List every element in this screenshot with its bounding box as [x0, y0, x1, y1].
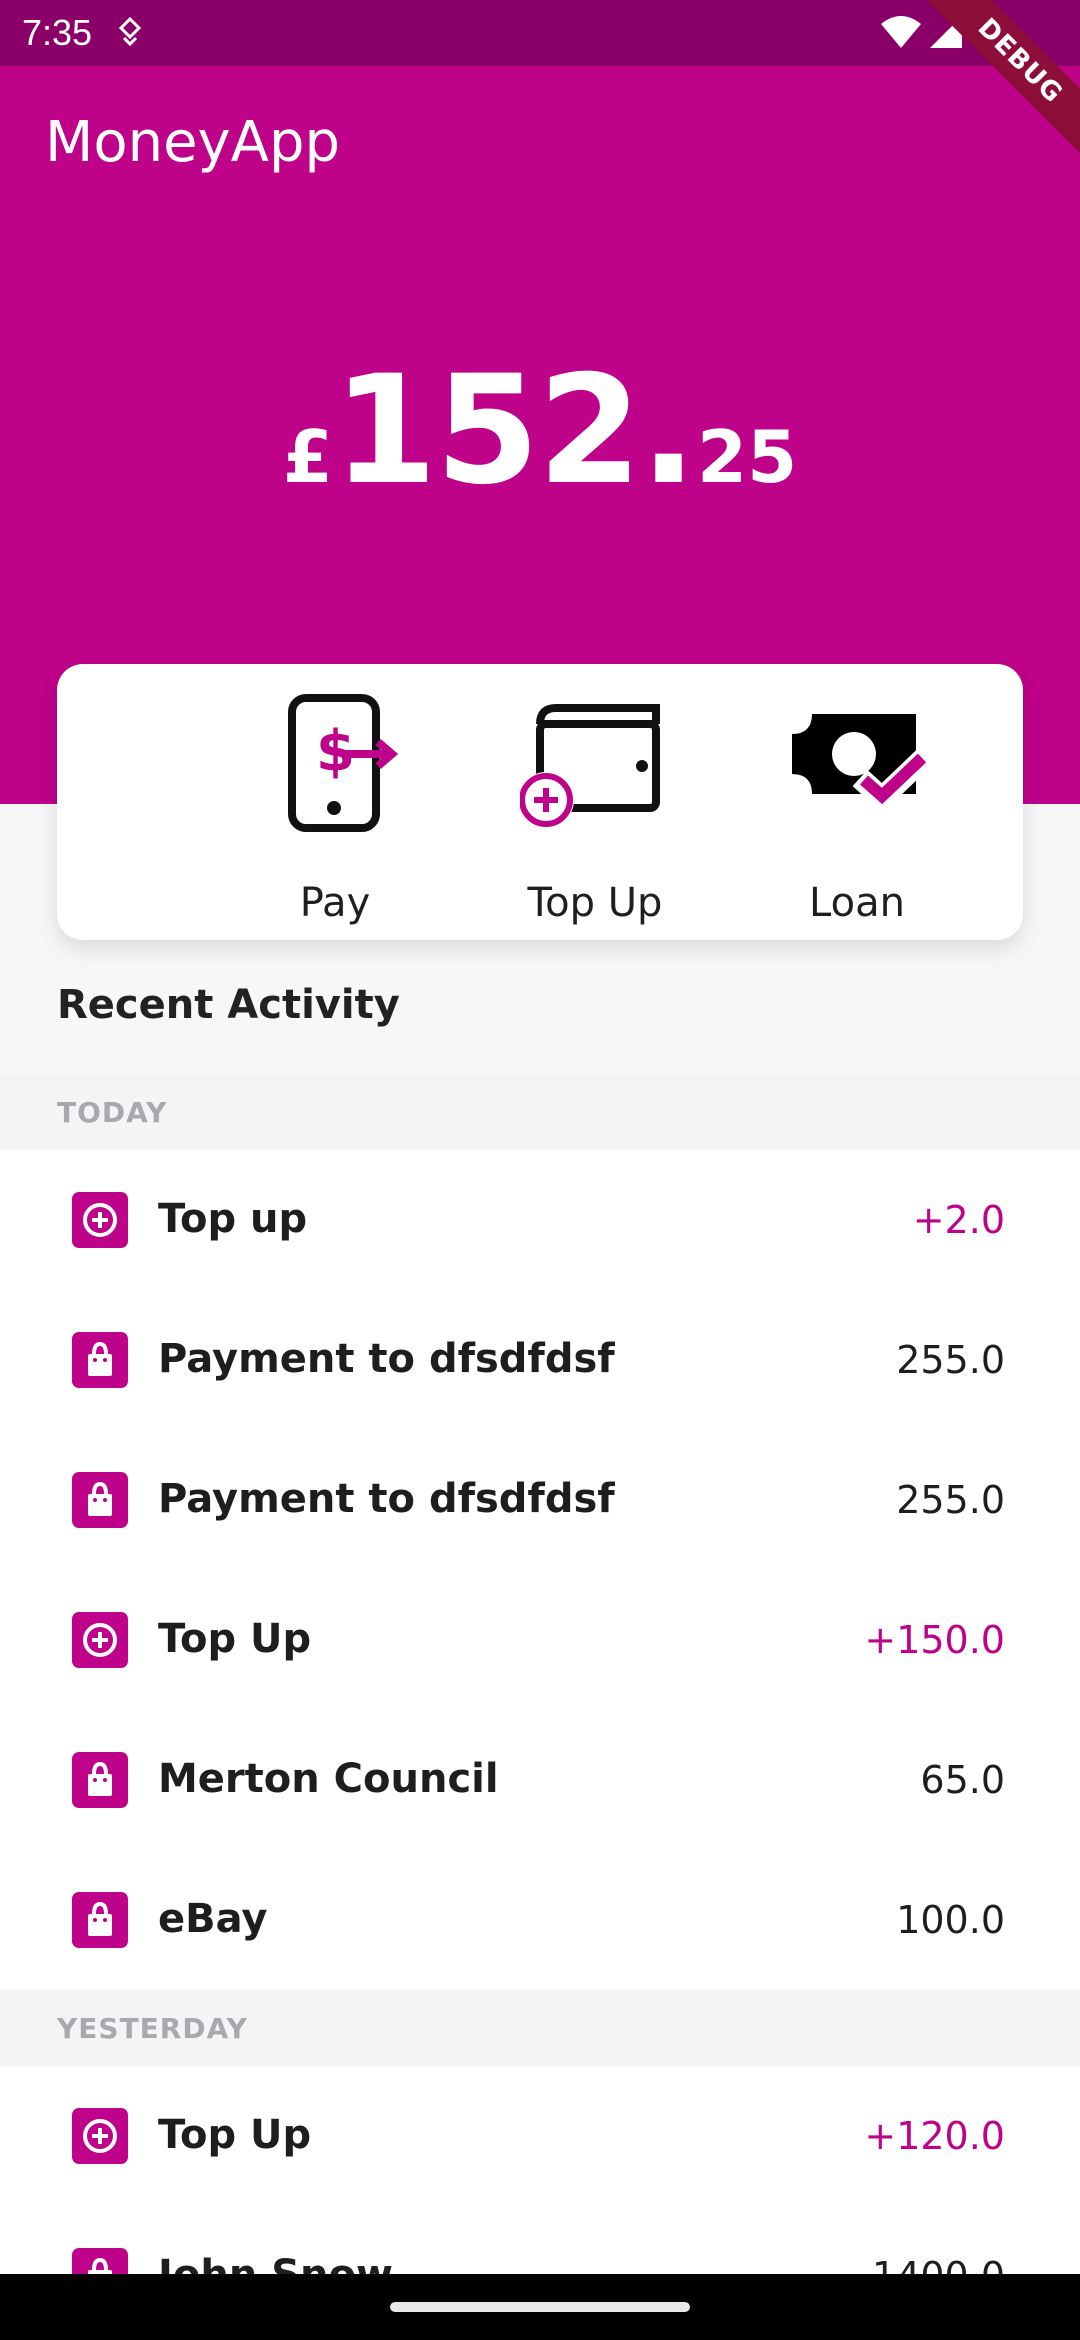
- cash-check-icon: [757, 694, 957, 834]
- status-time: 7:35: [22, 12, 93, 53]
- transaction-name: eBay: [158, 1896, 268, 1942]
- balance-currency: £: [282, 415, 333, 499]
- transaction-amount: 65.0: [920, 1758, 1005, 1802]
- day-header-today: TODAY: [0, 1074, 1080, 1150]
- balance-whole: 152: [332, 344, 642, 518]
- transaction-name: Top up: [158, 1196, 308, 1242]
- transaction-amount: +2.0: [912, 1198, 1005, 1242]
- transaction-amount: 100.0: [896, 1898, 1005, 1942]
- transaction-amount: +150.0: [864, 1618, 1005, 1662]
- plus-icon: [72, 1612, 128, 1668]
- status-bar: 7:35: [0, 0, 1080, 66]
- balance-display: £152.25: [0, 356, 1080, 506]
- transaction-row[interactable]: Payment to dfsdfdsf 255.0: [0, 1290, 1080, 1430]
- home-gesture-handle[interactable]: [390, 2302, 690, 2312]
- recent-activity-title: Recent Activity: [57, 982, 400, 1028]
- download-indicator-icon: [118, 16, 142, 55]
- transaction-row[interactable]: Top Up +120.0: [0, 2066, 1080, 2206]
- transaction-name: Payment to dfsdfdsf: [158, 1336, 615, 1382]
- plus-icon: [72, 2108, 128, 2164]
- transaction-list-today: Top up +2.0 Payment to dfsdfdsf 255.0 Pa…: [0, 1150, 1080, 1990]
- transaction-row[interactable]: Top Up +150.0: [0, 1570, 1080, 1710]
- battery-icon: [980, 10, 1002, 55]
- system-nav-bar: [0, 2274, 1080, 2340]
- transaction-amount: +120.0: [864, 2114, 1005, 2158]
- transaction-amount: 255.0: [896, 1338, 1005, 1382]
- transaction-name: Merton Council: [158, 1756, 499, 1802]
- pay-label: Pay: [299, 880, 371, 926]
- loan-button[interactable]: Loan: [757, 694, 957, 926]
- transaction-name: Top Up: [158, 2112, 312, 2158]
- balance-cents: 25: [697, 415, 798, 499]
- transaction-row[interactable]: eBay 100.0: [0, 1850, 1080, 1990]
- app-title: MoneyApp: [45, 110, 341, 175]
- top-up-label: Top Up: [527, 880, 663, 926]
- transaction-row[interactable]: Merton Council 65.0: [0, 1710, 1080, 1850]
- shopping-bag-icon: [72, 1332, 128, 1388]
- day-header-label: YESTERDAY: [57, 2012, 248, 2045]
- wifi-icon: [880, 14, 922, 55]
- plus-icon: [72, 1192, 128, 1248]
- transaction-name: Payment to dfsdfdsf: [158, 1476, 615, 1522]
- pay-button[interactable]: $ Pay: [235, 694, 435, 926]
- day-header-label: TODAY: [57, 1096, 168, 1129]
- signal-icon: [928, 14, 964, 55]
- transaction-amount: 255.0: [896, 1478, 1005, 1522]
- transaction-row[interactable]: Payment to dfsdfdsf 255.0: [0, 1430, 1080, 1570]
- transaction-name: Top Up: [158, 1616, 312, 1662]
- shopping-bag-icon: [72, 1472, 128, 1528]
- transaction-row[interactable]: Top up +2.0: [0, 1150, 1080, 1290]
- balance-separator: .: [640, 344, 697, 518]
- day-header-yesterday: YESTERDAY: [0, 1990, 1080, 2066]
- shopping-bag-icon: [72, 1752, 128, 1808]
- shopping-bag-icon: [72, 1892, 128, 1948]
- top-up-button[interactable]: Top Up: [495, 694, 695, 926]
- loan-label: Loan: [809, 880, 905, 926]
- action-card: $ Pay Top Up Loan: [57, 664, 1023, 940]
- wallet-add-icon: [495, 694, 695, 834]
- phone-pay-icon: $: [235, 694, 435, 834]
